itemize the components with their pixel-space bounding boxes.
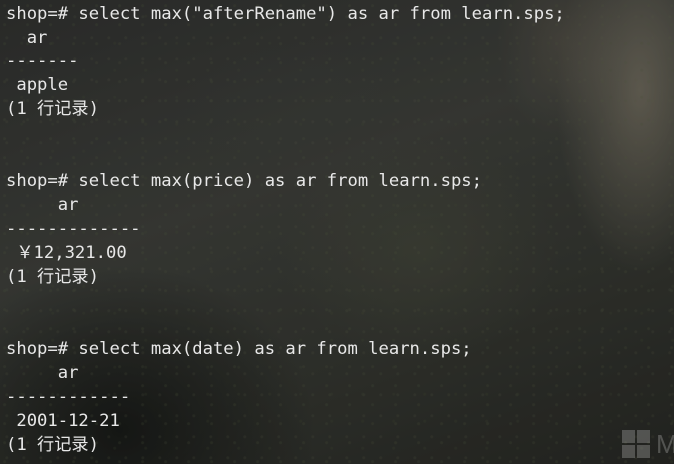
row-count-3: (1 行记录) — [6, 435, 99, 455]
result-header-2: ar — [6, 195, 79, 215]
result-separator-2: ------------- — [6, 219, 141, 239]
result-separator-3: ------------ — [6, 387, 131, 407]
result-separator-1: ------- — [6, 51, 79, 71]
watermark: M — [620, 428, 674, 460]
terminal-output[interactable]: shop=# select max("afterRename") as ar f… — [0, 0, 674, 464]
command-line-3: shop=# select max(date) as ar from learn… — [6, 339, 472, 359]
row-count-2: (1 行记录) — [6, 267, 99, 287]
command-line-1: shop=# select max("afterRename") as ar f… — [6, 4, 565, 24]
result-value-2: ￥12,321.00 — [6, 243, 127, 263]
result-value-1: apple — [6, 75, 69, 95]
row-count-1: (1 行记录) — [6, 99, 99, 119]
windows-logo-icon — [622, 430, 650, 458]
command-line-2: shop=# select max(price) as ar from lear… — [6, 171, 482, 191]
result-header-3: ar — [6, 363, 79, 383]
result-value-3: 2001-12-21 — [6, 411, 120, 431]
watermark-text: M — [656, 429, 674, 459]
result-header-1: ar — [6, 28, 48, 48]
